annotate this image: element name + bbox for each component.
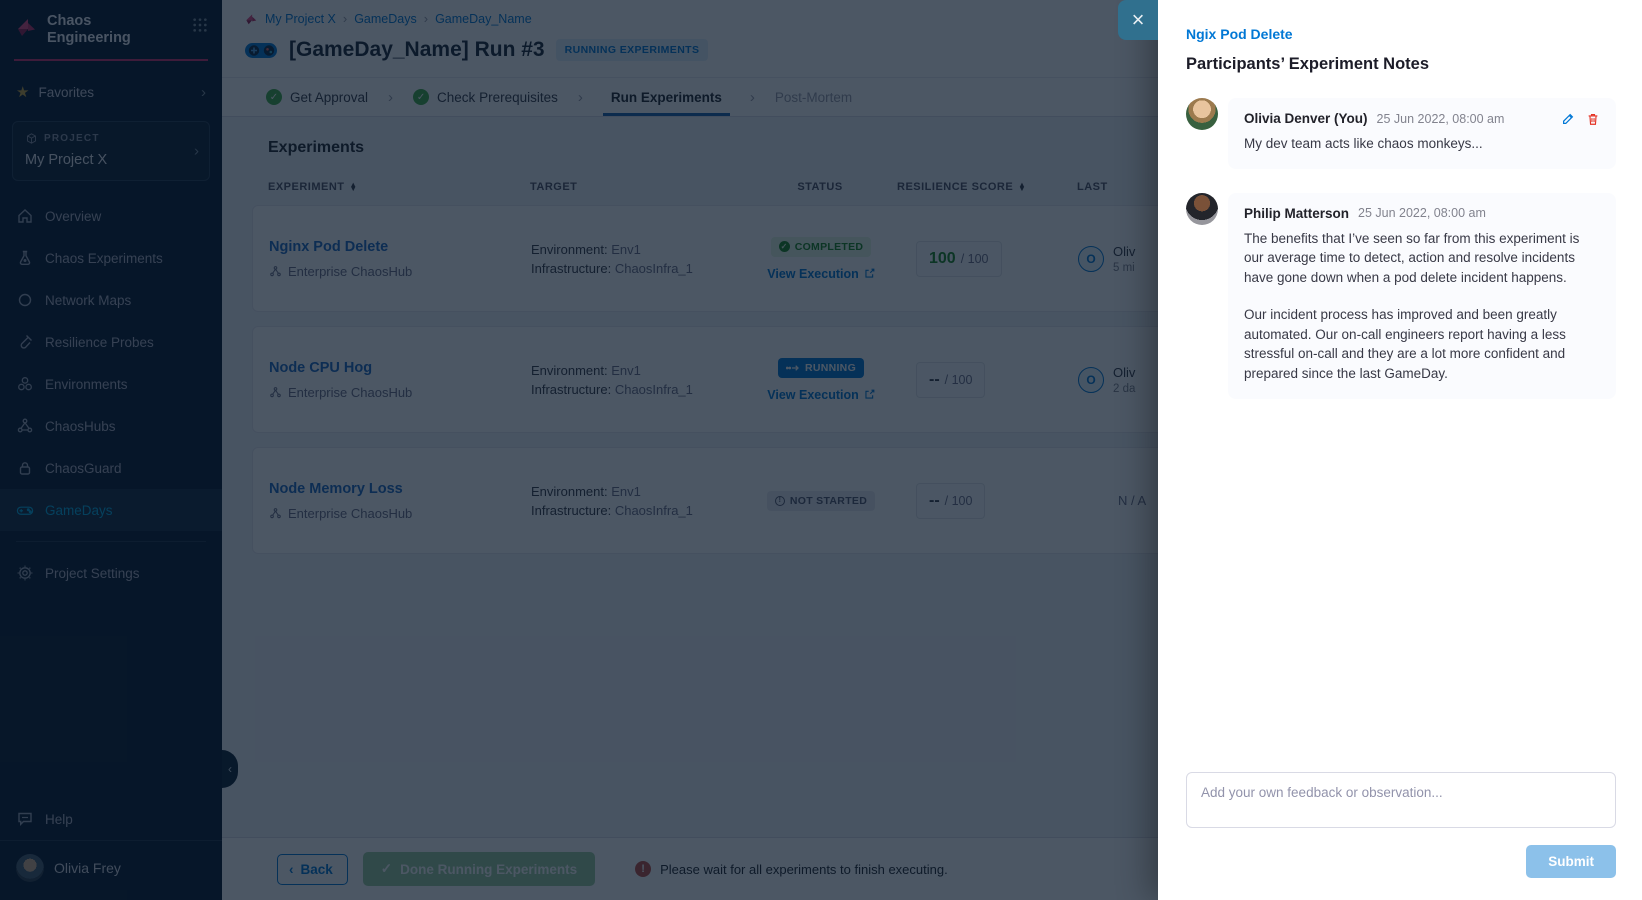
drawer-experiment-link[interactable]: Ngix Pod Delete	[1186, 26, 1616, 42]
comment-timestamp: 25 Jun 2022, 08:00 am	[1377, 112, 1505, 126]
comment-timestamp: 25 Jun 2022, 08:00 am	[1358, 206, 1486, 220]
comment-text: Our incident process has improved and be…	[1244, 305, 1600, 383]
submit-button[interactable]: Submit	[1526, 845, 1616, 878]
comment-author: Olivia Denver (You)	[1244, 111, 1368, 126]
comment-text: The benefits that I’ve seen so far from …	[1244, 229, 1600, 288]
avatar	[1186, 98, 1218, 130]
list-item: Olivia Denver (You) 25 Jun 2022, 08:00 a…	[1186, 98, 1616, 169]
comment-card: Philip Matterson 25 Jun 2022, 08:00 am T…	[1228, 193, 1616, 399]
pencil-icon	[1561, 112, 1575, 126]
comment-text: My dev team acts like chaos monkeys...	[1244, 134, 1600, 154]
trash-icon	[1586, 112, 1600, 126]
close-button[interactable]: ×	[1118, 0, 1158, 40]
comment-card: Olivia Denver (You) 25 Jun 2022, 08:00 a…	[1228, 98, 1616, 169]
drawer-title: Participants’ Experiment Notes	[1186, 55, 1616, 74]
edit-comment-button[interactable]	[1561, 112, 1575, 126]
delete-comment-button[interactable]	[1586, 112, 1600, 126]
app-root: Chaos Engineering ★ Favorites › PROJECT …	[0, 0, 1642, 900]
feedback-input[interactable]	[1186, 772, 1616, 828]
comments-list: Olivia Denver (You) 25 Jun 2022, 08:00 a…	[1186, 98, 1616, 772]
close-icon: ×	[1132, 7, 1145, 32]
list-item: Philip Matterson 25 Jun 2022, 08:00 am T…	[1186, 193, 1616, 399]
notes-drawer: × Ngix Pod Delete Participants’ Experime…	[1158, 0, 1642, 900]
drawer-backdrop[interactable]	[0, 0, 1158, 900]
feedback-composer: Submit	[1186, 772, 1616, 878]
comment-author: Philip Matterson	[1244, 206, 1349, 221]
avatar	[1186, 193, 1218, 225]
